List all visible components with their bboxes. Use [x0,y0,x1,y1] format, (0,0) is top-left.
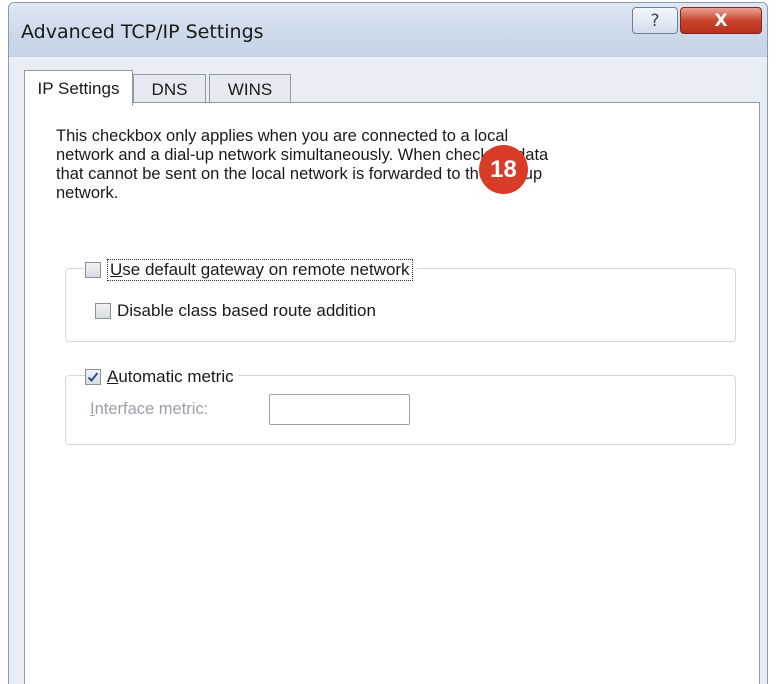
disable-class-route-option[interactable]: Disable class based route addition [95,301,380,321]
mnemonic-a: A [107,367,119,386]
help-icon: ? [650,10,660,31]
annotation-badge: 18 [479,145,528,194]
tab-wins[interactable]: WINS [209,74,291,104]
close-button[interactable]: X [680,7,762,34]
use-default-gateway-label: Use default gateway on remote network [107,259,413,281]
close-icon: X [714,10,728,31]
use-default-gateway-option[interactable]: Use default gateway on remote network [85,259,417,281]
help-button[interactable]: ? [632,7,678,34]
automatic-metric-option[interactable]: Automatic metric [85,367,238,387]
disable-class-route-label: Disable class based route addition [117,301,376,320]
tab-ip-settings[interactable]: IP Settings [24,70,133,106]
use-default-gateway-checkbox[interactable] [85,262,101,278]
interface-metric-input[interactable] [269,394,410,425]
automatic-metric-checkbox[interactable] [85,369,101,385]
mnemonic-u: U [110,260,123,279]
interface-metric-label: Interface metric: [90,400,209,418]
disable-class-route-checkbox[interactable] [95,303,111,319]
tab-dns[interactable]: DNS [133,74,206,104]
checkmark-icon [87,372,99,382]
description-text: This checkbox only applies when you are … [56,127,549,202]
title-bar: Advanced TCP/IP Settings ? X [9,3,767,57]
window-title: Advanced TCP/IP Settings [21,21,264,43]
automatic-metric-label: Automatic metric [107,367,234,386]
ip-settings-panel: This checkbox only applies when you are … [24,102,760,684]
